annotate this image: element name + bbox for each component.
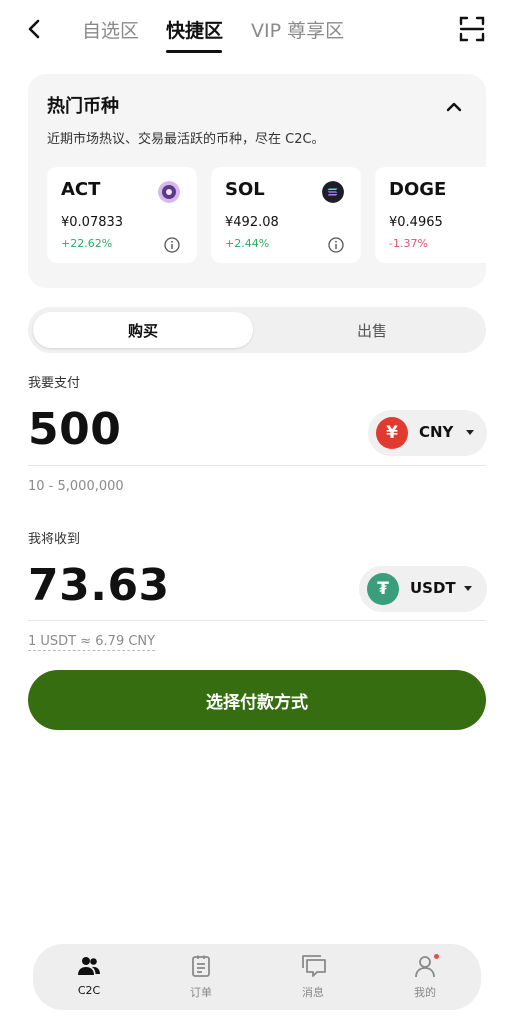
chat-icon xyxy=(302,955,326,977)
coin-price: ¥0.07833 xyxy=(61,215,124,230)
coin-change: +22.62% xyxy=(61,237,113,250)
sol-logo-icon xyxy=(322,181,344,203)
divider xyxy=(28,465,486,466)
hot-coins-title: 热门币种 xyxy=(47,96,119,117)
chevron-up-icon xyxy=(446,102,462,112)
buy-sell-toggle: 购买 出售 xyxy=(28,307,486,353)
tab-underline xyxy=(166,50,222,53)
pay-amount-input[interactable]: 500 xyxy=(28,404,121,455)
pay-label: 我要支付 xyxy=(28,376,81,391)
coin-card-act[interactable]: ACT ¥0.07833 +22.62% xyxy=(47,167,197,263)
receive-amount-input[interactable]: 73.63 xyxy=(28,560,170,611)
act-logo-icon xyxy=(158,181,180,203)
collapse-button[interactable] xyxy=(443,96,465,118)
exchange-rate[interactable]: 1 USDT ≈ 6.79 CNY xyxy=(28,634,156,651)
pay-range: 10 - 5,000,000 xyxy=(28,479,124,494)
buy-tab[interactable]: 购买 xyxy=(33,312,253,348)
caret-down-icon xyxy=(464,586,472,591)
chevron-left-icon xyxy=(28,19,40,39)
exchange-rate-text: 1 USDT ≈ 6.79 CNY xyxy=(28,634,156,651)
nav-item-c2c[interactable]: C2C xyxy=(33,944,145,1010)
tab-vip[interactable]: VIP 尊享区 xyxy=(251,16,344,46)
nav-label: 消息 xyxy=(302,986,324,999)
coin-symbol: DOGE xyxy=(389,179,447,200)
cny-icon: ¥ xyxy=(376,417,408,449)
hot-coins-panel: 热门币种 近期市场热议、交易最活跃的币种，尽在 C2C。 ACT ¥0.0783… xyxy=(28,74,486,288)
coin-card-sol[interactable]: SOL ¥492.08 +2.44% xyxy=(211,167,361,263)
info-icon[interactable] xyxy=(328,237,344,253)
divider xyxy=(28,620,486,621)
nav-label: 我的 xyxy=(414,986,436,999)
usdt-icon: ₮ xyxy=(367,573,399,605)
back-button[interactable] xyxy=(20,14,48,44)
scan-icon xyxy=(459,16,485,42)
nav-label: C2C xyxy=(77,984,101,997)
coin-change: -1.37% xyxy=(389,237,428,250)
bottom-nav: C2C 订单 消息 我的 xyxy=(33,944,481,1010)
clipboard-icon xyxy=(192,955,210,977)
coin-symbol: SOL xyxy=(225,179,265,200)
coin-price: ¥0.4965 xyxy=(389,215,443,230)
tab-watchlist[interactable]: 自选区 xyxy=(82,16,139,46)
receive-currency-name: USDT xyxy=(410,579,456,597)
pay-currency-selector[interactable]: ¥ CNY xyxy=(368,410,487,456)
scan-button[interactable] xyxy=(459,16,485,42)
hot-coins-description: 近期市场热议、交易最活跃的币种，尽在 C2C。 xyxy=(47,132,325,147)
coin-price: ¥492.08 xyxy=(225,215,279,230)
nav-item-profile[interactable]: 我的 xyxy=(369,944,481,1010)
tab-express[interactable]: 快捷区 xyxy=(166,16,223,46)
receive-currency-selector[interactable]: ₮ USDT xyxy=(359,566,487,612)
info-icon[interactable] xyxy=(164,237,180,253)
coin-card-doge[interactable]: DOGE ¥0.4965 -1.37% xyxy=(375,167,486,263)
receive-label: 我将收到 xyxy=(28,532,81,547)
caret-down-icon xyxy=(466,430,474,435)
nav-label: 订单 xyxy=(190,986,212,999)
coin-symbol: ACT xyxy=(61,179,101,200)
notification-badge xyxy=(434,954,439,959)
select-payment-method-button[interactable]: 选择付款方式 xyxy=(28,670,486,730)
coin-change: +2.44% xyxy=(225,237,270,250)
nav-item-messages[interactable]: 消息 xyxy=(257,944,369,1010)
top-bar: 自选区 快捷区 VIP 尊享区 xyxy=(0,0,516,60)
nav-item-orders[interactable]: 订单 xyxy=(145,944,257,1010)
sell-tab[interactable]: 出售 xyxy=(263,312,481,348)
users-icon xyxy=(78,957,100,975)
pay-currency-name: CNY xyxy=(419,423,454,441)
